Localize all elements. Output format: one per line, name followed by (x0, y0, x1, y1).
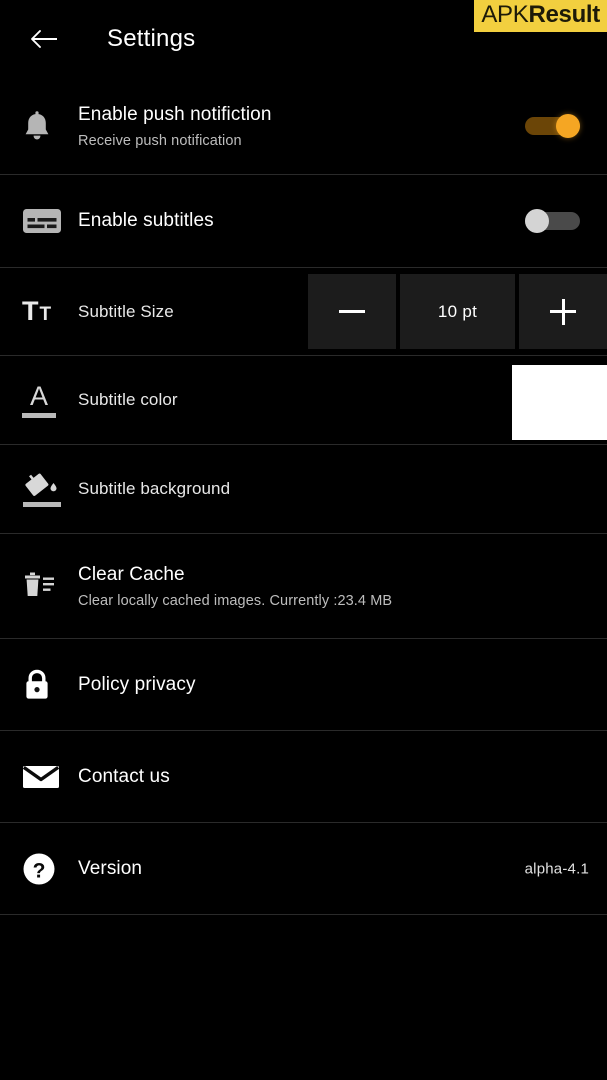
text-size-icon: TT (22, 296, 52, 326)
text-color-icon-wrap: A (22, 382, 78, 418)
subtitle-size-stepper: 10 pt (308, 274, 607, 349)
watermark-text-bold: Result (528, 1, 600, 28)
trash-icon (25, 572, 54, 596)
paint-bucket-icon (22, 472, 62, 507)
setting-row-policy-privacy[interactable]: Policy privacy (0, 639, 607, 731)
subtitles-icon (23, 209, 61, 233)
subtitle-background-texts: Subtitle background (78, 479, 607, 499)
text-color-icon: A (22, 382, 56, 418)
empty-area (0, 915, 607, 1080)
contact-us-title: Contact us (78, 765, 170, 787)
plus-icon (550, 298, 576, 325)
paint-bucket-icon-wrap (22, 472, 78, 507)
clear-cache-texts: Clear Cache Clear locally cached images.… (78, 564, 607, 609)
clear-cache-title: Clear Cache (78, 563, 185, 585)
svg-text:?: ? (33, 859, 46, 882)
setting-row-version[interactable]: ? Version alpha-4.1 (0, 823, 607, 915)
subtitles-icon-wrap (22, 207, 78, 235)
setting-row-subtitle-size: TT Subtitle Size 10 pt (0, 268, 607, 356)
back-arrow-icon (31, 30, 57, 48)
setting-row-push-notification[interactable]: Enable push notifiction Receive push not… (0, 78, 607, 175)
policy-privacy-texts: Policy privacy (78, 674, 607, 696)
setting-row-subtitle-color[interactable]: A Subtitle color (0, 356, 607, 445)
minus-icon (339, 310, 365, 313)
subtitle-size-decrease-button[interactable] (308, 274, 396, 349)
clear-cache-subtitle: Clear locally cached images. Currently :… (78, 592, 393, 609)
question-mark-icon: ? (23, 853, 55, 884)
apkresult-watermark: APKResult (474, 0, 607, 33)
page-title: Settings (107, 25, 196, 52)
toggle-thumb (525, 209, 549, 233)
envelope-icon-wrap (22, 763, 78, 791)
setting-row-contact-us[interactable]: Contact us (0, 731, 607, 823)
setting-row-clear-cache[interactable]: Clear Cache Clear locally cached images.… (0, 534, 607, 639)
bell-icon-wrap (22, 110, 78, 142)
trash-icon-wrap (22, 571, 78, 601)
envelope-icon (22, 765, 60, 788)
setting-row-subtitle-background[interactable]: Subtitle background (0, 445, 607, 534)
contact-us-texts: Contact us (78, 766, 607, 788)
bell-icon (25, 111, 49, 140)
lock-icon-wrap (22, 668, 78, 702)
subtitle-color-swatch[interactable] (512, 365, 607, 440)
enable-subtitles-toggle[interactable] (525, 209, 580, 233)
push-notification-toggle[interactable] (525, 114, 580, 138)
version-value: alpha-4.1 (524, 860, 589, 877)
subtitle-size-increase-button[interactable] (519, 274, 607, 349)
subtitle-size-value: 10 pt (400, 274, 515, 349)
question-mark-icon-wrap: ? (22, 852, 78, 886)
policy-privacy-title: Policy privacy (78, 673, 196, 695)
lock-icon (26, 669, 48, 699)
watermark-text-light: APK (481, 1, 529, 28)
setting-row-enable-subtitles[interactable]: Enable subtitles (0, 175, 607, 268)
toggle-thumb (556, 114, 580, 138)
subtitle-background-title: Subtitle background (78, 479, 231, 498)
text-size-icon-wrap: TT (22, 298, 78, 325)
back-button[interactable] (24, 19, 64, 59)
